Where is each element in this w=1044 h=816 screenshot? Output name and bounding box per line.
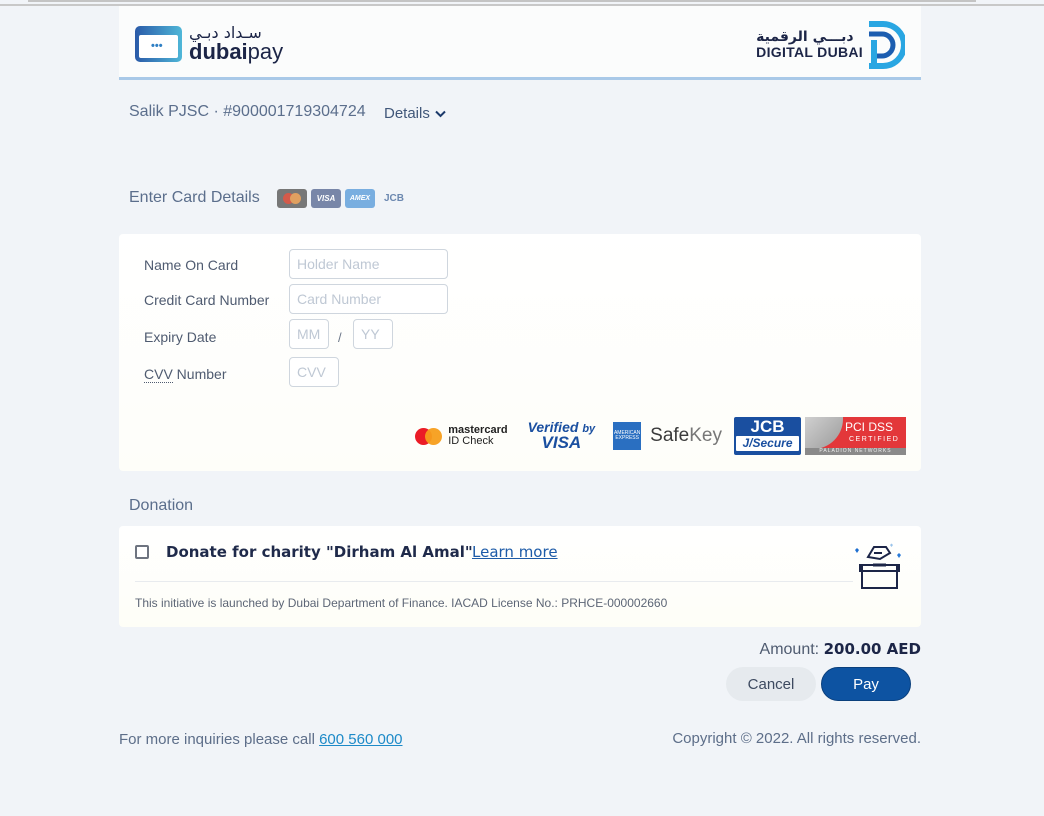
jcb-title: JCB bbox=[750, 417, 785, 436]
brand-bold: dubai bbox=[189, 39, 248, 64]
mastercard-circle-orange bbox=[425, 427, 443, 445]
donation-panel: Donate for charity "Dirham Al Amal" Lear… bbox=[119, 526, 921, 627]
visa-icon: VISA bbox=[311, 189, 341, 208]
card-details-title: Enter Card Details bbox=[129, 189, 260, 206]
amex-safekey-badge: AMERICAN EXPRESS SafeKey bbox=[613, 422, 722, 450]
mc-line2: ID Check bbox=[448, 435, 494, 447]
inquiry-footer: For more inquiries please call 600 560 0… bbox=[119, 731, 403, 748]
brand-light: pay bbox=[247, 39, 284, 64]
security-badges: mastercard ID Check Verified by VISA AMER… bbox=[415, 417, 906, 455]
pci-certified: CERTIFIED bbox=[849, 436, 900, 443]
pay-button[interactable]: Pay bbox=[821, 667, 911, 701]
card-number-label: Credit Card Number bbox=[144, 292, 270, 308]
mastercard-icon bbox=[277, 189, 307, 208]
jcb-jsecure-badge: JCB J/Secure bbox=[734, 417, 801, 455]
digital-dubai-d-icon bbox=[869, 21, 905, 69]
phone-link[interactable]: 600 560 000 bbox=[319, 731, 402, 748]
digital-dubai-logo: دبـــي الرقمية DIGITAL DUBAI bbox=[756, 20, 905, 70]
mastercard-id-check-badge: mastercard ID Check bbox=[415, 425, 508, 447]
cvv-abbreviation: CVV bbox=[144, 366, 173, 383]
dubaipay-brand-text: dubaipay bbox=[189, 41, 283, 63]
pci-paladion: PALADION NETWORKS bbox=[805, 448, 906, 455]
card-logo-icon bbox=[135, 26, 182, 62]
verified-by-visa-badge: Verified by VISA bbox=[528, 420, 596, 452]
name-on-card-label: Name On Card bbox=[144, 257, 239, 273]
pci-dss-badge: PCI DSS CERTIFIED PALADION NETWORKS bbox=[805, 417, 906, 455]
donate-checkbox[interactable] bbox=[135, 545, 149, 559]
digital-dubai-english: DIGITAL DUBAI bbox=[756, 44, 863, 60]
vbv-visa: VISA bbox=[541, 432, 582, 452]
donation-note: This initiative is launched by Dubai Dep… bbox=[135, 596, 668, 610]
donation-title: Donation bbox=[129, 497, 194, 514]
chevron-down-icon bbox=[435, 110, 446, 117]
amount-summary: Amount: 200.00 AED bbox=[760, 640, 921, 659]
expiry-month-input[interactable] bbox=[289, 319, 329, 349]
expiry-year-input[interactable] bbox=[353, 319, 393, 349]
vbv-by: by bbox=[582, 423, 596, 436]
browser-edge bbox=[28, 0, 976, 2]
donation-divider bbox=[135, 581, 853, 582]
copyright-text: Copyright © 2022. All rights reserved. bbox=[672, 730, 921, 747]
digital-dubai-arabic: دبـــي الرقمية bbox=[756, 28, 854, 45]
inquiry-text: For more inquiries please call bbox=[119, 731, 315, 748]
jcb-jsecure: J/Secure bbox=[736, 436, 799, 451]
safekey-safe: Safe bbox=[650, 425, 690, 446]
donation-box-icon bbox=[855, 543, 901, 589]
card-number-input[interactable] bbox=[289, 284, 448, 314]
donate-label: Donate for charity "Dirham Al Amal" bbox=[166, 543, 473, 561]
dubaipay-logo: سـداد دبـي dubaipay bbox=[135, 25, 283, 63]
cancel-button[interactable]: Cancel bbox=[726, 667, 816, 701]
expiry-separator: / bbox=[338, 330, 342, 345]
merchant-reference: Salik PJSC · #900001719304724 bbox=[129, 103, 366, 120]
details-label: Details bbox=[384, 105, 430, 122]
amex-icon: AMEX bbox=[345, 189, 375, 208]
expiry-date-label: Expiry Date bbox=[144, 329, 217, 345]
cvv-label-rest: Number bbox=[172, 366, 227, 382]
pci-title: PCI DSS bbox=[845, 420, 894, 434]
safekey-key: Key bbox=[689, 425, 722, 446]
holder-name-input[interactable] bbox=[289, 249, 448, 279]
accepted-cards: VISA AMEX JCB bbox=[277, 189, 409, 208]
jcb-icon: JCB bbox=[383, 193, 404, 204]
amount-label: Amount: bbox=[759, 641, 820, 658]
amex-box-icon: AMERICAN EXPRESS bbox=[613, 422, 642, 450]
cvv-label: CVV Number bbox=[144, 366, 227, 383]
card-form-panel: Name On Card Credit Card Number Expiry D… bbox=[119, 234, 921, 471]
details-toggle[interactable]: Details bbox=[384, 105, 446, 122]
cvv-input[interactable] bbox=[289, 357, 339, 387]
pci-disc-icon bbox=[805, 417, 843, 449]
learn-more-link[interactable]: Learn more bbox=[472, 543, 558, 561]
amount-value: 200.00 AED bbox=[823, 640, 921, 658]
page-header: سـداد دبـي dubaipay دبـــي الرقمية DIGIT… bbox=[119, 6, 921, 80]
